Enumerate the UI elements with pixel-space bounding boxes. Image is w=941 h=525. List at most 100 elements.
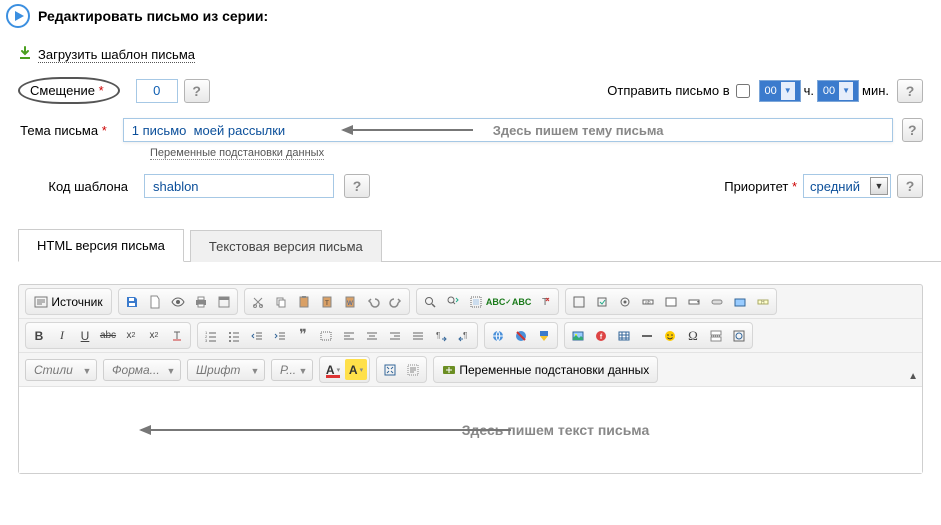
font-combo[interactable]: Шрифт▼ xyxy=(187,359,265,381)
bulletlist-icon[interactable] xyxy=(223,325,245,346)
paste-text-icon[interactable]: T xyxy=(316,291,338,312)
undo-icon[interactable] xyxy=(362,291,384,312)
radio-icon[interactable] xyxy=(614,291,636,312)
toolbar-collapse-icon[interactable]: ▲ xyxy=(908,371,918,382)
newpage-icon[interactable] xyxy=(144,291,166,312)
redo-icon[interactable] xyxy=(385,291,407,312)
svg-text:H: H xyxy=(761,300,765,306)
link-icon[interactable] xyxy=(487,325,509,346)
textfield-icon[interactable]: ab xyxy=(637,291,659,312)
outdent-icon[interactable] xyxy=(246,325,268,346)
selectfield-icon[interactable] xyxy=(683,291,705,312)
vars-button[interactable]: Переменные подстановки данных xyxy=(436,359,655,380)
size-combo[interactable]: Р...▼ xyxy=(271,359,313,381)
format-combo[interactable]: Форма...▼ xyxy=(103,359,181,381)
align-left-icon[interactable] xyxy=(338,325,360,346)
ltr-icon[interactable]: ¶ xyxy=(430,325,452,346)
svg-text:3: 3 xyxy=(205,338,208,343)
send-at-label: Отправить письмо в xyxy=(607,83,729,98)
align-center-icon[interactable] xyxy=(361,325,383,346)
form-icon[interactable] xyxy=(568,291,590,312)
find-icon[interactable] xyxy=(419,291,441,312)
source-button[interactable]: Источник xyxy=(28,291,109,312)
copy-icon[interactable] xyxy=(270,291,292,312)
specialchar-icon[interactable]: Ω xyxy=(682,325,704,346)
required-marker: * xyxy=(102,123,107,138)
tab-html-version[interactable]: HTML версия письма xyxy=(18,229,184,262)
page-title: Редактировать письмо из серии: xyxy=(38,8,268,24)
italic-button[interactable]: I xyxy=(51,325,73,346)
hr-icon[interactable] xyxy=(636,325,658,346)
help-subject-button[interactable]: ? xyxy=(902,118,923,142)
smiley-icon[interactable] xyxy=(659,325,681,346)
iframe-icon[interactable] xyxy=(728,325,750,346)
numberedlist-icon[interactable]: 123 xyxy=(200,325,222,346)
hiddenfield-icon[interactable]: H xyxy=(752,291,774,312)
rtl-icon[interactable]: ¶ xyxy=(453,325,475,346)
help-offset-button[interactable]: ? xyxy=(184,79,210,103)
template-code-input[interactable] xyxy=(144,174,334,198)
selectall-icon[interactable] xyxy=(465,291,487,312)
align-right-icon[interactable] xyxy=(384,325,406,346)
editor-content-area[interactable]: Здесь пишем текст письма xyxy=(19,387,922,473)
table-icon[interactable] xyxy=(613,325,635,346)
superscript-button[interactable]: x2 xyxy=(143,325,165,346)
required-marker: * xyxy=(792,179,797,194)
indent-icon[interactable] xyxy=(269,325,291,346)
send-at-checkbox[interactable] xyxy=(736,84,750,98)
strike-button[interactable]: abc xyxy=(97,325,119,346)
removeformat-icon[interactable]: T xyxy=(534,291,556,312)
print-icon[interactable] xyxy=(190,291,212,312)
div-icon[interactable] xyxy=(315,325,337,346)
imagebutton-icon[interactable] xyxy=(729,291,751,312)
help-sendat-button[interactable]: ? xyxy=(897,79,923,103)
pagebreak-icon[interactable] xyxy=(705,325,727,346)
align-justify-icon[interactable] xyxy=(407,325,429,346)
anchor-icon[interactable] xyxy=(533,325,555,346)
svg-text:ab: ab xyxy=(645,300,651,306)
chevron-down-icon: ▼ xyxy=(781,82,795,100)
button-icon[interactable] xyxy=(706,291,728,312)
styles-combo[interactable]: Стили▼ xyxy=(25,359,97,381)
subject-vars-link[interactable]: Переменные подстановки данных xyxy=(150,147,324,160)
spellcheck-icon[interactable]: ABC✓ xyxy=(488,291,510,312)
cut-icon[interactable] xyxy=(247,291,269,312)
priority-label: Приоритет xyxy=(724,179,788,194)
paste-icon[interactable] xyxy=(293,291,315,312)
download-icon xyxy=(18,46,32,63)
spellcheck-as-you-type-icon[interactable]: ABC xyxy=(511,291,533,312)
image-icon[interactable] xyxy=(567,325,589,346)
maximize-icon[interactable] xyxy=(379,359,401,380)
bold-button[interactable]: B xyxy=(28,325,50,346)
flash-icon[interactable]: f xyxy=(590,325,612,346)
textcolor-button[interactable]: A▾ xyxy=(322,359,344,380)
underline-button[interactable]: U xyxy=(74,325,96,346)
removeformat2-icon[interactable] xyxy=(166,325,188,346)
svg-text:¶: ¶ xyxy=(436,331,440,340)
hours-select[interactable]: 00▼ xyxy=(759,80,801,102)
subscript-button[interactable]: x2 xyxy=(120,325,142,346)
wysiwyg-editor: Источник T W ABC✓ ABC T xyxy=(18,284,923,474)
help-code-button[interactable]: ? xyxy=(344,174,370,198)
preview-icon[interactable] xyxy=(167,291,189,312)
unlink-icon[interactable] xyxy=(510,325,532,346)
arrow-annotation xyxy=(343,120,473,138)
templates-icon[interactable] xyxy=(213,291,235,312)
tab-text-version[interactable]: Текстовая версия письма xyxy=(190,230,382,262)
blockquote-icon[interactable]: ❞ xyxy=(292,325,314,346)
minutes-select[interactable]: 00▼ xyxy=(817,80,859,102)
minutes-unit: мин. xyxy=(862,83,889,98)
bgcolor-button[interactable]: A▾ xyxy=(345,359,367,380)
textarea-icon[interactable] xyxy=(660,291,682,312)
checkbox-icon[interactable] xyxy=(591,291,613,312)
showblocks-icon[interactable] xyxy=(402,359,424,380)
paste-word-icon[interactable]: W xyxy=(339,291,361,312)
offset-input[interactable] xyxy=(136,79,178,103)
replace-icon[interactable] xyxy=(442,291,464,312)
save-icon[interactable] xyxy=(121,291,143,312)
load-template-link[interactable]: Загрузить шаблон письма xyxy=(38,47,195,63)
priority-select[interactable]: средний ▼ xyxy=(803,174,891,198)
help-priority-button[interactable]: ? xyxy=(897,174,923,198)
svg-text:T: T xyxy=(325,301,329,307)
svg-text:W: W xyxy=(347,301,353,307)
